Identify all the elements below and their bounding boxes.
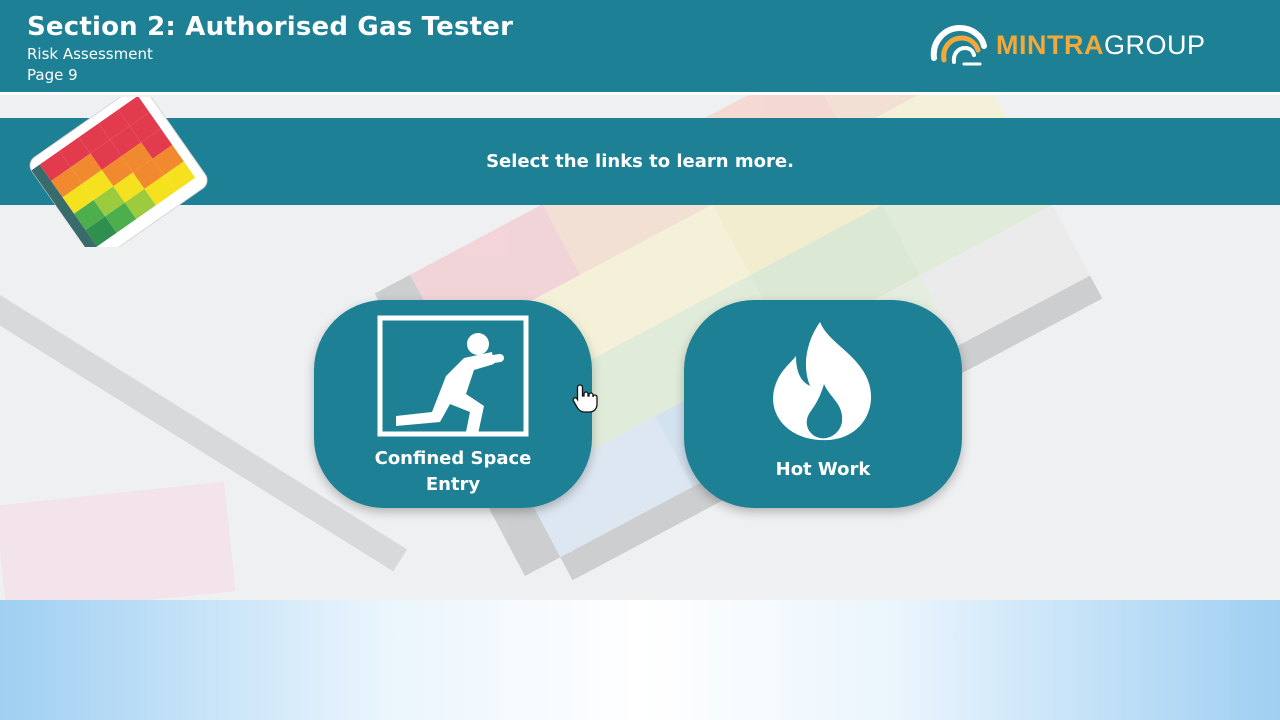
confined-space-entry-button[interactable]: Confined Space Entry (314, 300, 592, 508)
course-header: Section 2: Authorised Gas Tester Risk As… (0, 0, 1280, 95)
mintra-swirl-icon (930, 24, 987, 66)
page-number: Page 9 (27, 66, 78, 84)
section-subtitle: Risk Assessment (27, 45, 153, 63)
logo-text: MINTRAGROUP (996, 30, 1206, 61)
hand-cursor-icon (572, 384, 598, 413)
hot-work-button[interactable]: Hot Work (684, 300, 962, 508)
logo-text-group: GROUP (1103, 30, 1206, 60)
flame-icon (773, 322, 872, 441)
content-stage: Select the links to learn more. Confined… (0, 95, 1280, 600)
player-footer (0, 600, 1280, 720)
risk-matrix-icon (29, 97, 208, 247)
confined-space-entry-label-line2: Entry (425, 474, 481, 495)
logo-text-mintra: MINTRA (996, 30, 1104, 60)
confined-space-entry-label: Confined Space Entry (314, 446, 592, 498)
hot-work-label: Hot Work (775, 459, 871, 480)
mintra-group-logo: MINTRAGROUP (930, 24, 1250, 68)
confined-space-entry-label-line1: Confined Space (374, 448, 532, 469)
section-title: Section 2: Authorised Gas Tester (27, 12, 514, 42)
confined-space-icon (377, 315, 529, 437)
